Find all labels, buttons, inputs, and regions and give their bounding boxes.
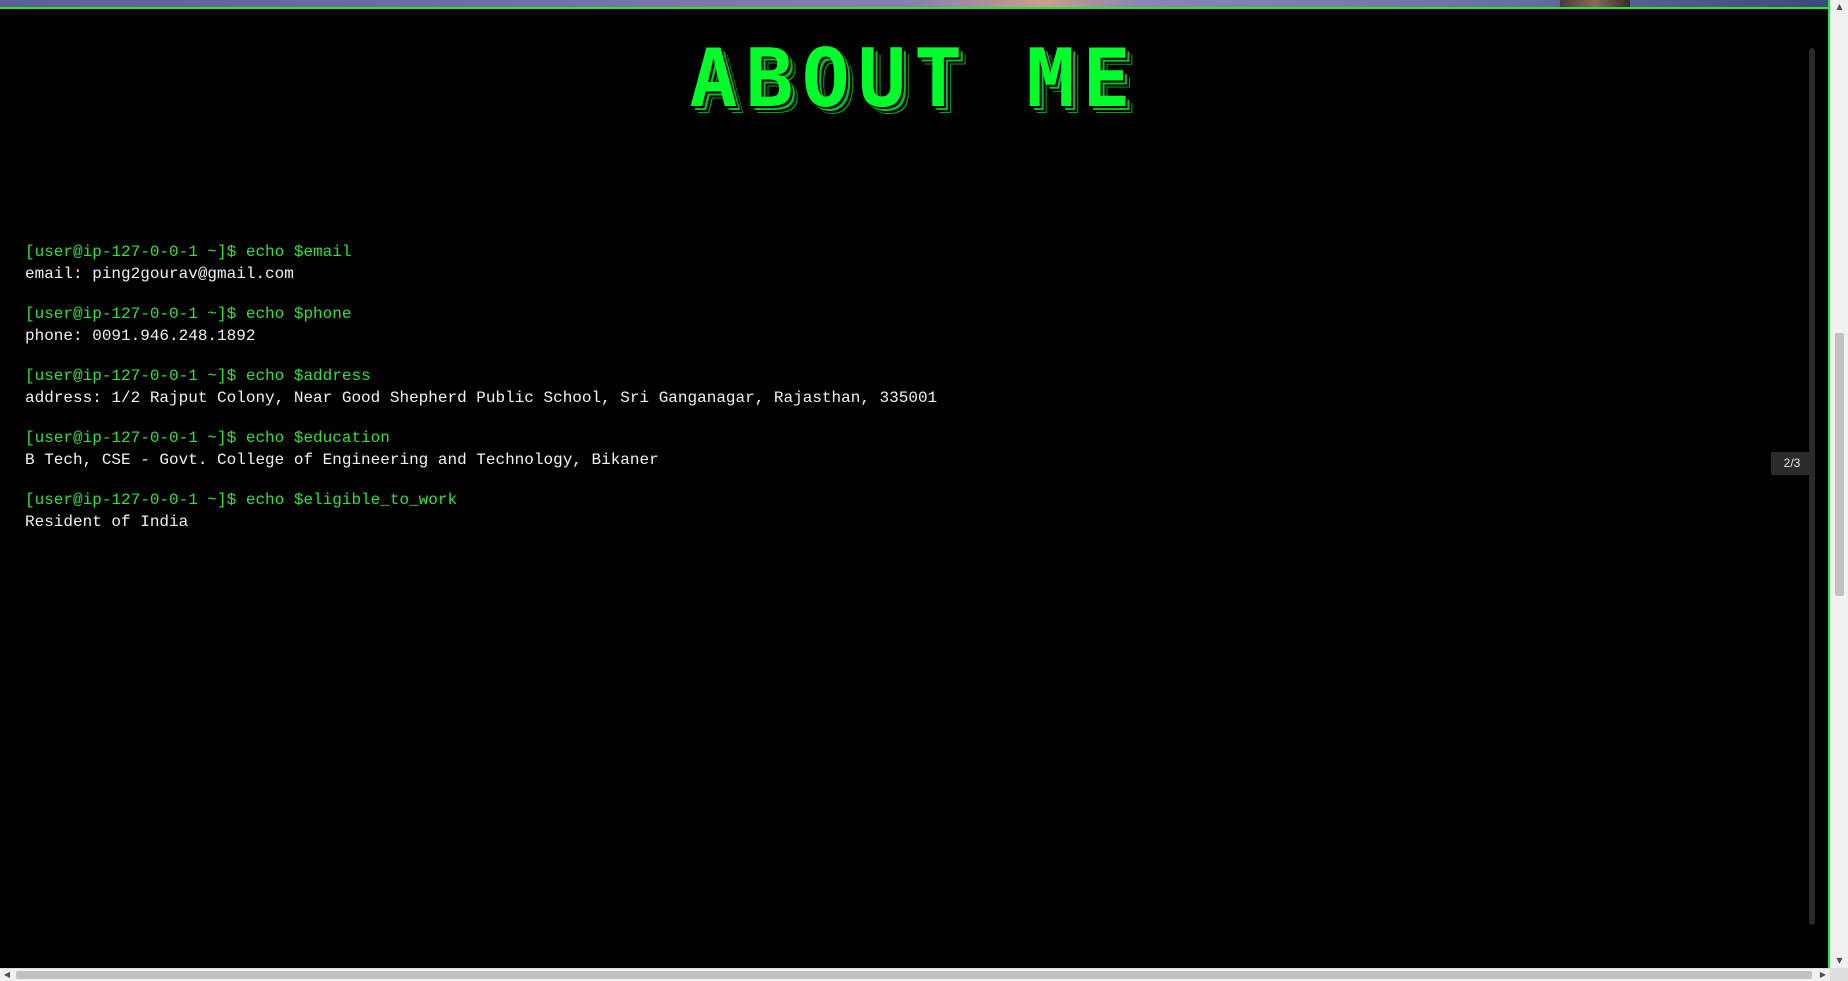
terminal-prompt: [user@ip-127-0-0-1 ~]$ echo $eligible_to… (25, 491, 458, 509)
terminal-result: address: 1/2 Rajput Colony, Near Good Sh… (25, 389, 938, 407)
terminal-entry-eligible-to-work: [user@ip-127-0-0-1 ~]$ echo $eligible_to… (25, 489, 937, 533)
vertical-scroll-thumb[interactable] (1835, 333, 1844, 596)
terminal-output: [user@ip-127-0-0-1 ~]$ echo $email email… (25, 241, 937, 551)
scroll-down-arrow-icon[interactable]: ▼ (1831, 954, 1848, 968)
terminal-result: email: ping2gourav@gmail.com (25, 265, 294, 283)
about-me-slide: ABOUT ME [user@ip-127-0-0-1 ~]$ echo $em… (0, 9, 1828, 965)
terminal-entry-email: [user@ip-127-0-0-1 ~]$ echo $email email… (25, 241, 937, 285)
terminal-entry-address: [user@ip-127-0-0-1 ~]$ echo $address add… (25, 365, 937, 409)
page-title: ABOUT ME (689, 32, 1139, 125)
page-horizontal-scrollbar[interactable]: ◀ ▶ (0, 968, 1830, 981)
terminal-prompt: [user@ip-127-0-0-1 ~]$ echo $email (25, 243, 352, 261)
browser-viewport: ABOUT ME [user@ip-127-0-0-1 ~]$ echo $em… (0, 0, 1848, 981)
terminal-result: Resident of India (25, 513, 189, 531)
slide-scrollbar[interactable] (1809, 48, 1815, 925)
scroll-up-arrow-icon[interactable]: ▲ (1831, 0, 1848, 14)
terminal-entry-education: [user@ip-127-0-0-1 ~]$ echo $education B… (25, 427, 937, 471)
page-vertical-scrollbar[interactable]: ▲ ▼ (1830, 0, 1848, 968)
slide-counter-badge: 2/3 (1771, 452, 1813, 475)
terminal-prompt: [user@ip-127-0-0-1 ~]$ echo $phone (25, 305, 352, 323)
previous-slide-edge (0, 0, 1830, 9)
terminal-result: phone: 0091.946.248.1892 (25, 327, 256, 345)
terminal-prompt: [user@ip-127-0-0-1 ~]$ echo $address (25, 367, 371, 385)
terminal-entry-phone: [user@ip-127-0-0-1 ~]$ echo $phone phone… (25, 303, 937, 347)
scroll-left-arrow-icon[interactable]: ◀ (0, 969, 14, 981)
terminal-prompt: [user@ip-127-0-0-1 ~]$ echo $education (25, 429, 390, 447)
horizontal-scroll-thumb[interactable] (16, 971, 1812, 979)
scrollbar-corner (1830, 968, 1848, 981)
terminal-result: B Tech, CSE - Govt. College of Engineeri… (25, 451, 659, 469)
scroll-right-arrow-icon[interactable]: ▶ (1816, 969, 1830, 981)
previous-slide-image-edge (1560, 0, 1630, 7)
